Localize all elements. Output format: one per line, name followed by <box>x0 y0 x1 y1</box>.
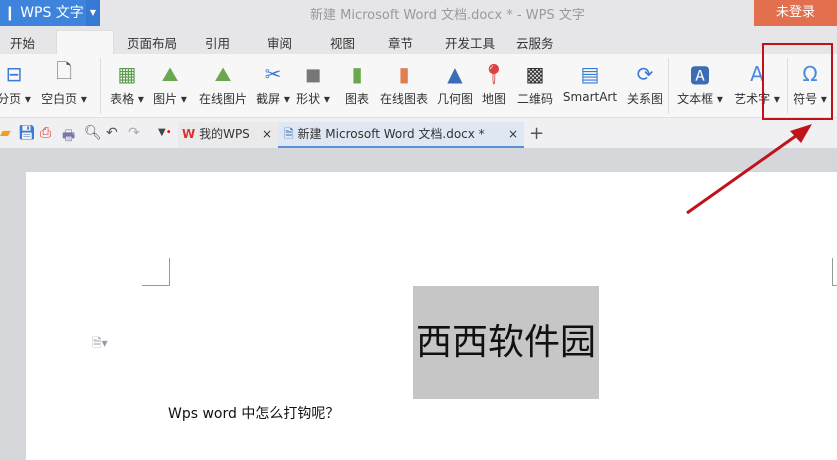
annotation-arrow <box>686 124 812 215</box>
